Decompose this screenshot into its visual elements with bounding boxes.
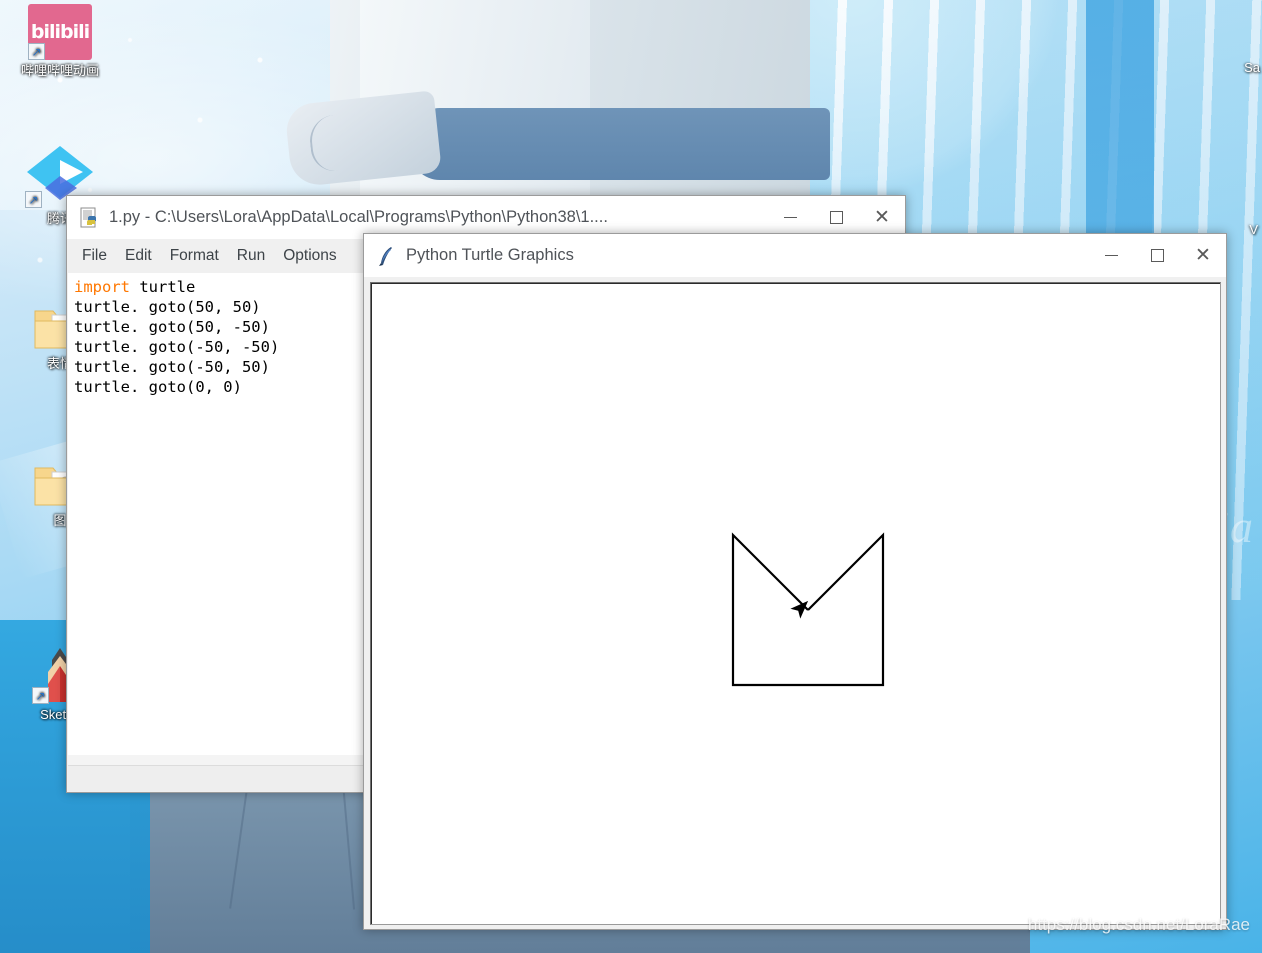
turtle-window-buttons[interactable]: ✕	[1088, 234, 1226, 278]
menu-item-file[interactable]: File	[73, 244, 116, 268]
turtle-titlebar[interactable]: Python Turtle Graphics ✕	[364, 234, 1226, 278]
turtle-drawing	[731, 532, 885, 687]
maximize-icon[interactable]	[1134, 234, 1180, 278]
wallpaper-figure-hand	[284, 90, 442, 188]
code-text: turtle. goto(50, 50)	[74, 298, 261, 316]
menu-item-options[interactable]: Options	[274, 244, 345, 268]
menu-item-edit[interactable]: Edit	[116, 244, 161, 268]
desktop-icon-bilibili[interactable]: bilibili ↗ 哔哩哔哩动画	[14, 4, 106, 78]
python-feather-icon	[376, 245, 398, 267]
python-file-icon	[79, 207, 101, 229]
code-text: turtle. goto(-50, 50)	[74, 358, 270, 376]
csdn-watermark: https://blog.csdn.net/LoraRae	[1027, 915, 1250, 934]
shortcut-arrow-icon: ↗	[28, 43, 45, 60]
menu-item-run[interactable]: Run	[228, 244, 274, 268]
turtle-graphics-window[interactable]: Python Turtle Graphics ✕	[363, 233, 1227, 930]
shortcut-arrow-icon: ↗	[32, 687, 49, 704]
desktop-icon-label-partial-v: V	[1249, 222, 1258, 237]
desktop-icon-label: 哔哩哔哩动画	[20, 63, 99, 78]
code-text: turtle. goto(-50, -50)	[74, 338, 280, 356]
menu-item-format[interactable]: Format	[161, 244, 228, 268]
idle-title-text: 1.py - C:\Users\Lora\AppData\Local\Progr…	[109, 208, 608, 226]
code-text: turtle. goto(0, 0)	[74, 378, 242, 396]
minimize-icon[interactable]	[1088, 234, 1134, 278]
code-text: turtle	[130, 278, 196, 296]
code-text: turtle. goto(50, -50)	[74, 318, 270, 336]
desktop-icon-label-partial-sa: Sa	[1244, 60, 1260, 75]
shortcut-arrow-icon: ↗	[25, 191, 42, 208]
turtle-canvas[interactable]	[370, 282, 1221, 925]
wallpaper-figure-arm	[410, 108, 830, 180]
code-keyword: import	[74, 278, 130, 296]
bilibili-icon: bilibili ↗	[28, 4, 92, 60]
close-icon[interactable]: ✕	[1180, 234, 1226, 278]
turtle-title-text: Python Turtle Graphics	[406, 246, 574, 264]
